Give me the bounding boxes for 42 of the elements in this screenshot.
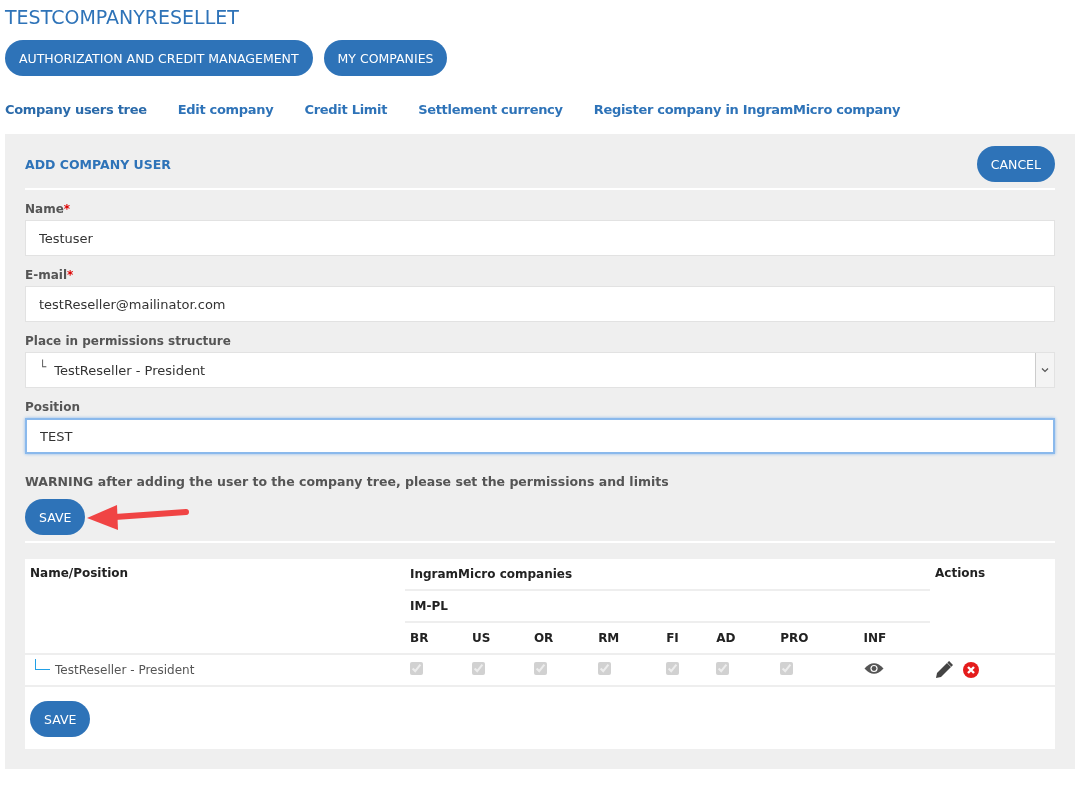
field-label: Place in permissions structure [25,334,231,348]
input-field[interactable]: testReseller@mailinator.com [25,286,1055,322]
required-mark: * [67,268,74,282]
panel-heading: ADD COMPANY USER [25,156,171,172]
field-label: Name [25,202,64,216]
user-name: TestReseller - President [55,663,195,677]
tab-link[interactable]: Settlement currency [418,102,563,117]
field-label: Position [25,400,80,414]
delete-icon[interactable] [963,662,979,678]
column-header: Actions [930,559,1055,654]
pencil-icon[interactable] [935,661,953,679]
tab-link[interactable]: Edit company [177,102,274,117]
select-field[interactable]: └ TestReseller - President [25,352,1055,388]
column-header: BR [405,622,467,654]
select-value: TestReseller - President [54,362,207,378]
column-header: IngramMicro companies [405,559,930,590]
column-header: RM [593,622,662,654]
input-field[interactable]: Testuser [25,220,1055,256]
column-header: IM-PL [405,590,930,622]
column-header: INF [858,622,930,654]
save-button[interactable]: SAVE [30,701,91,737]
save-button[interactable]: SAVE [25,499,86,535]
required-mark: * [63,202,71,216]
warning-text: WARNING after adding the user to the company tree, please set the permissions and limits [25,474,670,489]
page-title: TESTCOMPANYRESELLET [5,6,240,28]
tree-mark: └ [39,360,47,374]
tab-link[interactable]: Company users tree [5,102,147,117]
column-header: AD [711,622,776,654]
column-header: PRO [775,622,859,654]
tab-link[interactable]: Credit Limit [304,102,388,117]
tab-link[interactable]: Register company in IngramMicro company [593,102,901,117]
input-field[interactable]: TEST [25,418,1055,454]
nav-button[interactable]: AUTHORIZATION AND CREDIT MANAGEMENT [5,40,313,76]
field-label: E-mail [25,268,67,282]
cancel-button[interactable]: CANCEL [976,146,1055,182]
eye-icon[interactable] [863,662,884,675]
column-header: US [466,622,529,654]
column-header: OR [528,622,594,654]
tree-connector-icon [35,659,50,670]
column-header: FI [661,622,712,654]
column-header: Name/Position [25,559,405,654]
nav-button[interactable]: MY COMPANIES [323,40,448,76]
